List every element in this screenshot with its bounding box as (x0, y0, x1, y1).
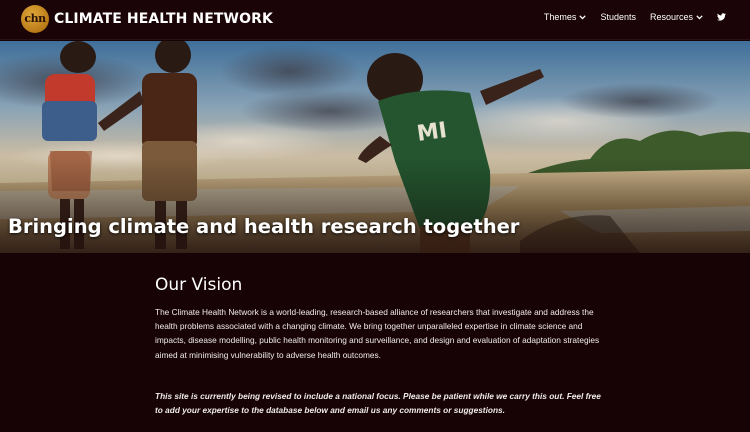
chevron-down-icon (579, 14, 587, 20)
main-nav: Themes Students Resources (544, 12, 726, 22)
vision-paragraph: The Climate Health Network is a world-le… (155, 307, 600, 360)
main-content: Our Vision The Climate Health Network is… (155, 275, 605, 417)
nav-item-label: Themes (543, 12, 577, 22)
logo-text: chn (24, 12, 46, 25)
nav-item-themes[interactable]: Themes (544, 12, 587, 22)
hero-title: Bringing climate and health research tog… (8, 215, 520, 238)
nav-item-label: Resources (649, 12, 693, 22)
nav-item-label: Students (600, 12, 636, 22)
nav-item-students[interactable]: Students (600, 12, 636, 22)
logo[interactable]: chn (21, 5, 49, 33)
vision-heading: Our Vision (155, 275, 243, 295)
nav-item-resources[interactable]: Resources (650, 12, 703, 22)
chevron-down-icon (696, 14, 703, 20)
site-title[interactable]: CLIMATE HEALTH NETWORK (54, 11, 273, 27)
revision-notice: This site is currently being revised to … (155, 390, 601, 416)
twitter-icon (717, 13, 726, 21)
twitter-link[interactable] (717, 13, 726, 21)
site-header: chn CLIMATE HEALTH NETWORK Themes Studen… (0, 0, 750, 40)
hero-banner: MI Bringing climate and health research … (0, 41, 750, 253)
